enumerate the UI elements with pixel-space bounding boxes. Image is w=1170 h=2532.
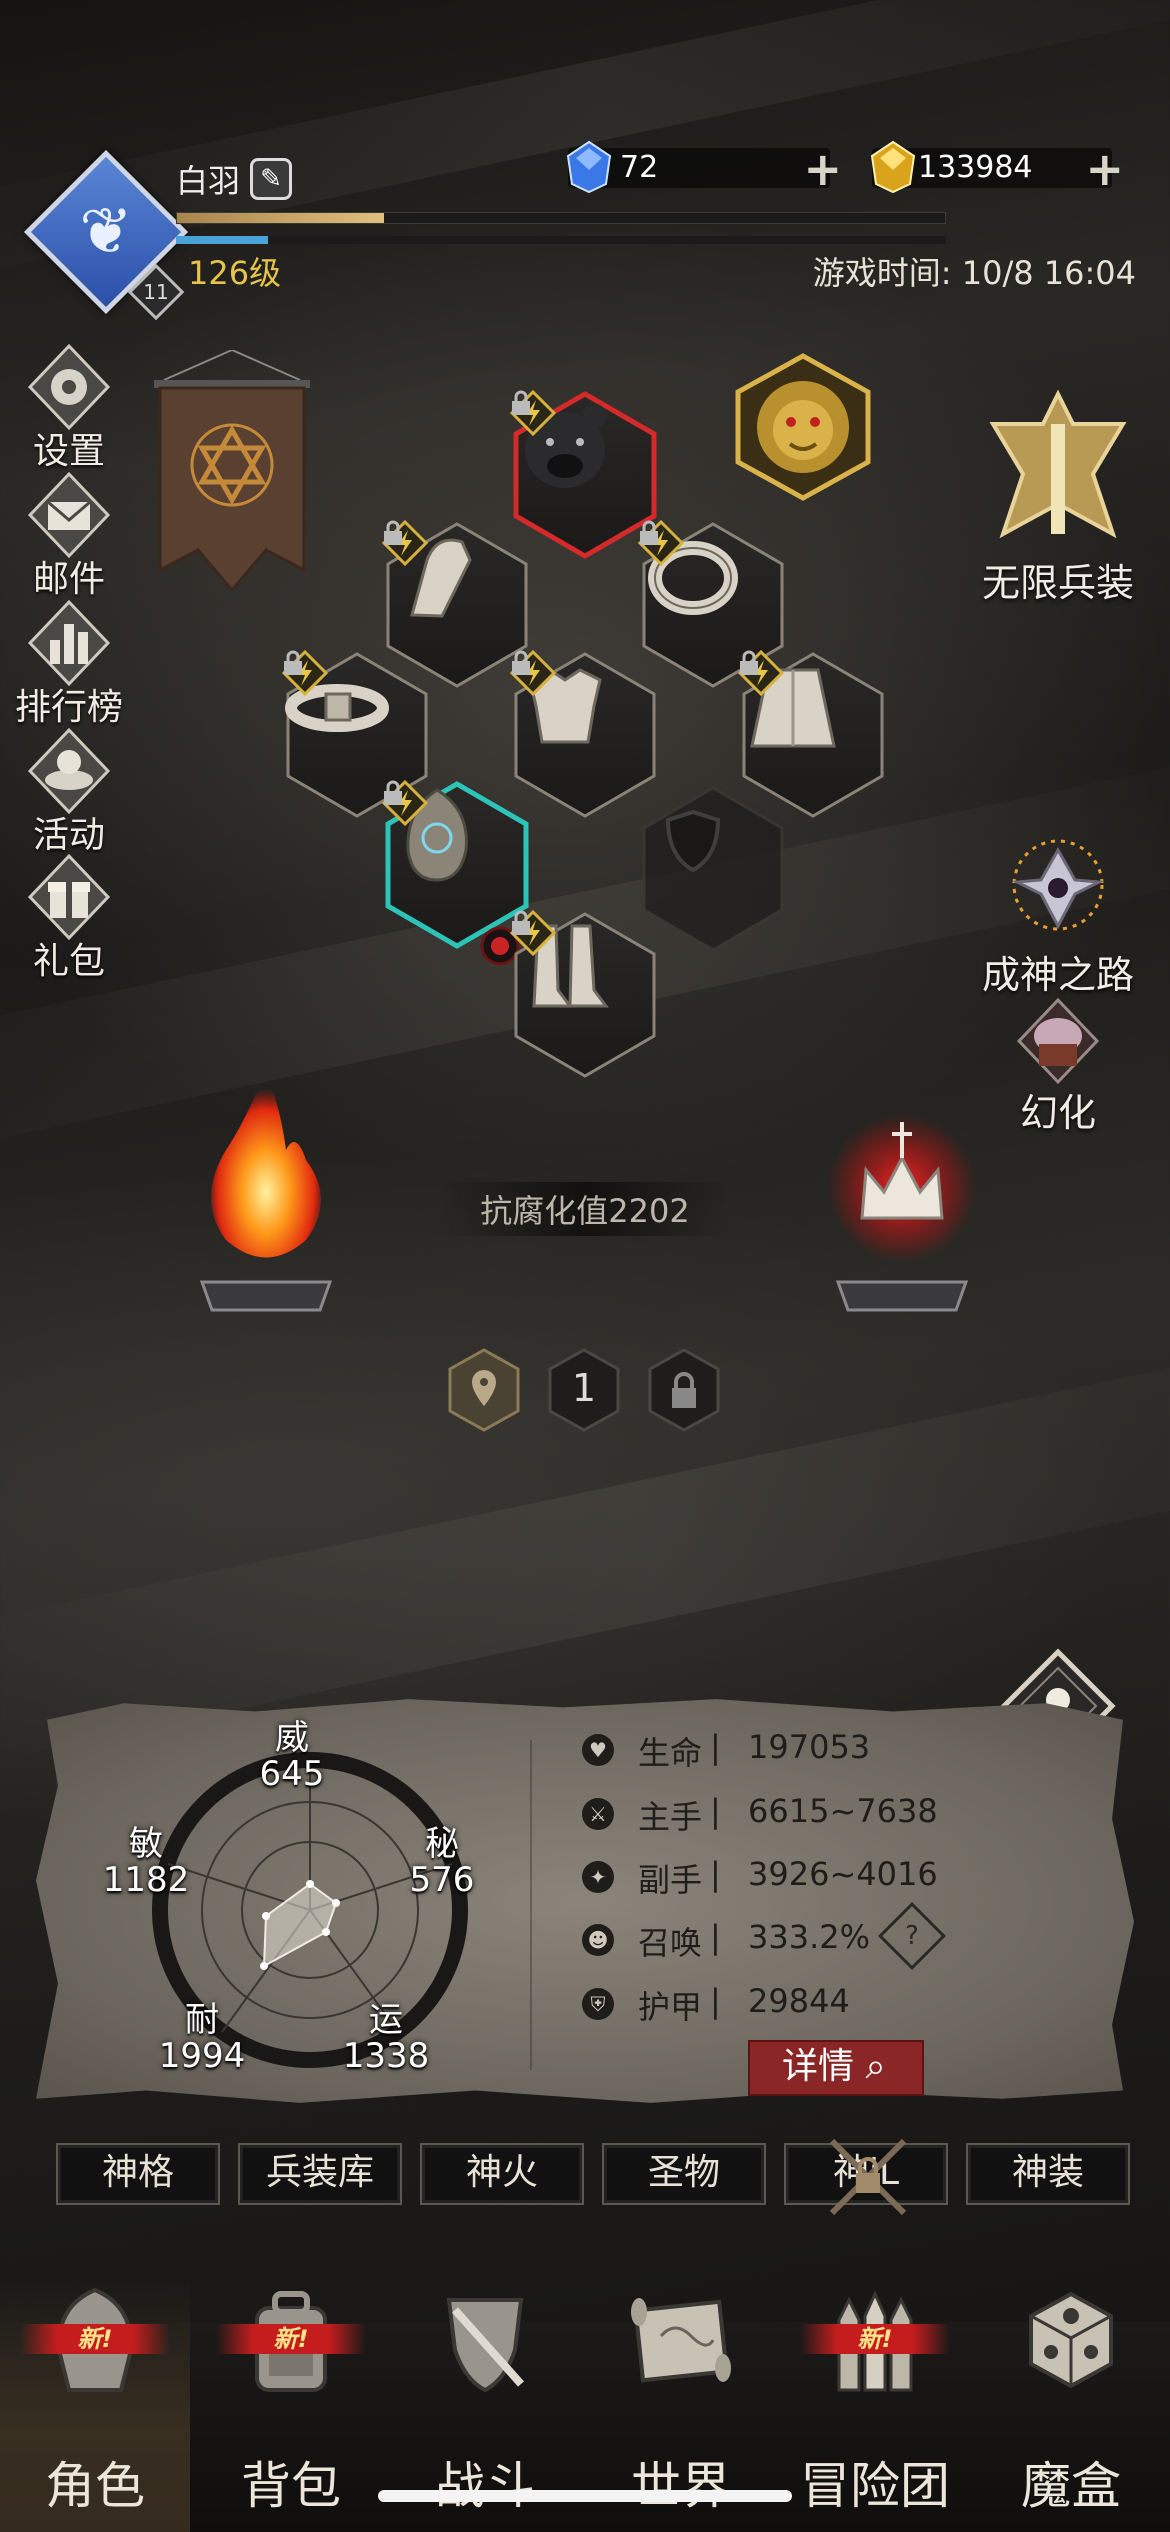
gift-icon xyxy=(27,853,111,941)
offhand-icon: ✦ xyxy=(582,1861,614,1893)
activity-icon xyxy=(27,727,111,815)
loadout-slot-1[interactable]: 1 xyxy=(546,1348,622,1432)
nav-label: 战斗 xyxy=(435,2457,535,2515)
magnifier-icon: ⌕ xyxy=(854,2046,886,2087)
ranking-icon xyxy=(27,599,111,687)
lock-icon xyxy=(512,910,530,935)
nav-label: 角色 xyxy=(45,2457,145,2515)
sword-icon: ⚔ xyxy=(582,1798,614,1830)
infinite-weapon-icon xyxy=(989,389,1127,539)
feature-label: 成神之路 xyxy=(981,953,1134,997)
summon-icon: ☻ xyxy=(582,1924,614,1956)
player-name: 白羽 xyxy=(176,162,241,200)
tab-locked[interactable]: 神iL xyxy=(784,2138,948,2216)
nav-character[interactable]: 新! 角色 xyxy=(0,2280,190,2532)
attribute-wei: 威 645 xyxy=(259,1718,325,1794)
equip-slot-shield-empty[interactable] xyxy=(638,784,788,954)
nav-magic-box[interactable]: 魔盒 xyxy=(976,2280,1166,2532)
secondary-progress-bar xyxy=(176,236,946,244)
new-badge: 新! xyxy=(216,2324,366,2354)
tab-divine-gear[interactable]: 神装 xyxy=(966,2143,1130,2205)
tab-relics[interactable]: 圣物 xyxy=(602,2143,766,2205)
transmog-button[interactable]: 幻化 xyxy=(968,996,1148,1137)
tab-armory[interactable]: 兵装库 xyxy=(238,2143,402,2205)
mail-icon xyxy=(27,471,111,559)
lock-icon xyxy=(512,390,530,415)
nav-label: 冒险团 xyxy=(800,2457,950,2515)
lock-icon xyxy=(384,520,402,545)
gear-icon xyxy=(27,343,111,431)
lock-icon xyxy=(512,650,530,675)
lock-icon xyxy=(284,650,302,675)
menu-ranking[interactable]: 排行榜 xyxy=(14,598,124,730)
attribute-min: 敏 1182 xyxy=(102,1824,190,1900)
player-level: 126级 xyxy=(188,254,282,292)
crown-relic-icon[interactable] xyxy=(822,1108,982,1320)
lock-icon xyxy=(640,520,658,545)
menu-gift[interactable]: 礼包 xyxy=(14,852,124,984)
magic-box-icon xyxy=(1029,2291,1113,2389)
gold-count: 133984 xyxy=(918,150,1033,185)
nav-label: 背包 xyxy=(241,2457,341,2515)
lock-icon xyxy=(740,650,758,675)
divine-fire-icon[interactable] xyxy=(186,1060,346,1320)
shield-icon xyxy=(665,809,721,873)
game-time: 游戏时间: 10/8 16:04 xyxy=(812,254,1136,292)
edit-name-icon[interactable]: ✎ xyxy=(250,158,292,200)
attribute-nai: 耐 1994 xyxy=(158,2000,246,2076)
nav-backpack[interactable]: 新! 背包 xyxy=(196,2280,386,2532)
menu-settings[interactable]: 设置 xyxy=(14,342,124,474)
infinite-weapon-button[interactable]: 无限兵装 xyxy=(968,384,1148,607)
battle-icon xyxy=(446,2298,524,2393)
attribute-yun: 运 1338 xyxy=(342,2000,430,2076)
nav-label: 魔盒 xyxy=(1021,2457,1121,2515)
new-badge: 新! xyxy=(20,2324,170,2354)
world-map-icon xyxy=(631,2298,731,2383)
guild-banner-icon[interactable] xyxy=(154,350,310,590)
lion-emblem-icon[interactable] xyxy=(728,352,878,502)
loadout-slot-number: 1 xyxy=(571,1366,597,1410)
feature-label: 无限兵装 xyxy=(981,561,1134,605)
transmog-icon xyxy=(1016,997,1100,1085)
blue-gem-icon xyxy=(566,140,612,194)
nav-adventure-team[interactable]: 新! 冒险团 xyxy=(780,2280,970,2532)
gold-gem-icon xyxy=(870,140,916,194)
corrosion-resistance: 抗腐化值2202 xyxy=(440,1182,730,1236)
tab-divine-fire[interactable]: 神火 xyxy=(420,2143,584,2205)
lock-icon xyxy=(384,780,402,805)
gold-currency: 133984 + xyxy=(870,140,1124,196)
godhood-path-button[interactable]: 成神之路 xyxy=(968,830,1148,999)
menu-activity[interactable]: 活动 xyxy=(14,726,124,858)
heart-icon: ♥ xyxy=(582,1734,614,1766)
loadout-location-slot[interactable] xyxy=(446,1348,522,1432)
chain-lock-icon xyxy=(829,2138,907,2216)
tab-divinity[interactable]: 神格 xyxy=(56,2143,220,2205)
new-badge: 新! xyxy=(800,2324,950,2354)
armor-icon: ⛨ xyxy=(582,1988,614,2020)
add-gold-button[interactable]: + xyxy=(1085,142,1124,196)
gem-count: 72 xyxy=(620,150,659,185)
panel-divider xyxy=(530,1740,532,2070)
loadout-locked-slot[interactable] xyxy=(646,1348,722,1432)
gem-currency: 72 + xyxy=(566,140,842,196)
equip-slot-boots[interactable] xyxy=(510,910,660,1080)
attribute-mi: 秘 576 xyxy=(409,1824,475,1900)
home-indicator[interactable] xyxy=(378,2490,792,2502)
godhood-path-icon xyxy=(1011,839,1105,931)
nav-label: 世界 xyxy=(631,2457,731,2515)
details-button[interactable]: 详情 ⌕ xyxy=(748,2040,924,2096)
menu-mail[interactable]: 邮件 xyxy=(14,470,124,602)
feature-label: 幻化 xyxy=(1019,1091,1096,1135)
add-gems-button[interactable]: + xyxy=(803,142,842,196)
experience-bar xyxy=(176,212,946,224)
